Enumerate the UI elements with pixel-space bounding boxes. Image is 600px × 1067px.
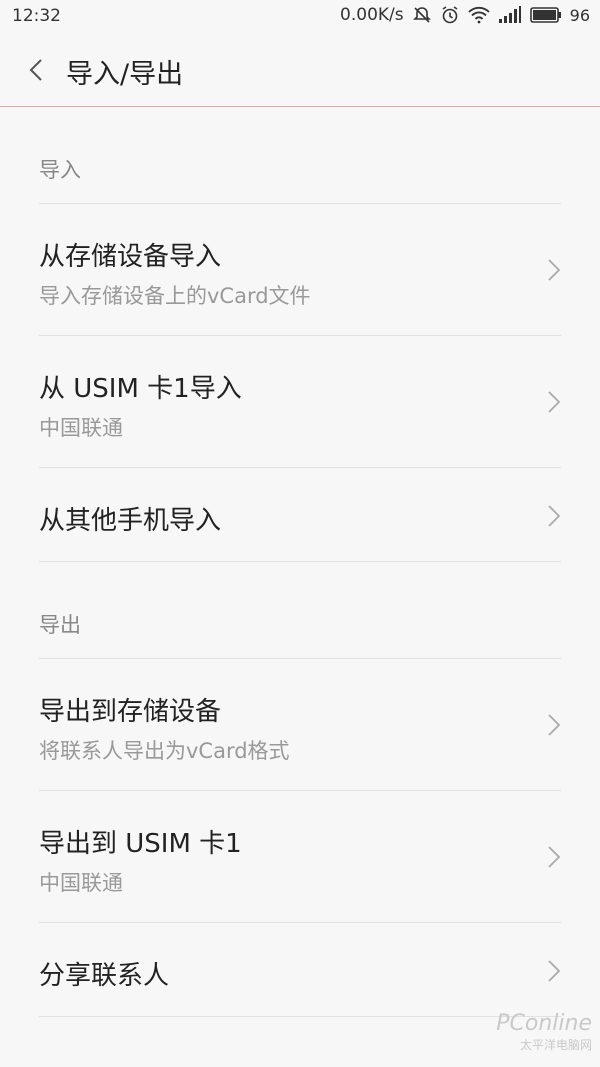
section-label: 导出 <box>39 613 81 637</box>
section-header-export: 导出 <box>39 562 561 659</box>
status-bar: 12:32 0.00K/s 96 <box>0 0 600 34</box>
item-title: 导出到 USIM 卡1 <box>39 829 242 859</box>
item-subtitle: 将联系人导出为vCard格式 <box>39 739 290 763</box>
item-title: 从其他手机导入 <box>39 506 222 536</box>
chevron-right-icon <box>547 845 561 869</box>
chevron-right-icon <box>547 258 561 282</box>
list-item-import-from-usim[interactable]: 从 USIM 卡1导入 中国联通 <box>39 336 561 468</box>
wifi-icon <box>467 6 490 24</box>
muted-notification-icon <box>412 5 432 25</box>
section-label: 导入 <box>39 158 81 182</box>
list-item-import-from-storage[interactable]: 从存储设备导入 导入存储设备上的vCard文件 <box>39 204 561 336</box>
page-title: 导入/导出 <box>66 59 184 90</box>
chevron-right-icon <box>547 390 561 414</box>
battery-icon <box>529 7 562 23</box>
item-title: 从存储设备导入 <box>39 242 222 272</box>
settings-list: 导入 从存储设备导入 导入存储设备上的vCard文件 从 USIM 卡1导入 中… <box>0 107 600 1017</box>
network-speed: 0.00K/s <box>340 5 404 25</box>
status-time: 12:32 <box>12 6 61 26</box>
chevron-right-icon <box>547 959 561 983</box>
chevron-left-icon[interactable] <box>22 56 52 86</box>
list-item-export-to-usim[interactable]: 导出到 USIM 卡1 中国联通 <box>39 791 561 923</box>
list-item-import-from-other-phone[interactable]: 从其他手机导入 <box>39 468 561 562</box>
list-item-export-to-storage[interactable]: 导出到存储设备 将联系人导出为vCard格式 <box>39 659 561 791</box>
watermark-brand: PConline <box>496 1011 592 1036</box>
section-header-import: 导入 <box>39 107 561 204</box>
signal-icon <box>498 6 522 24</box>
item-title: 导出到存储设备 <box>39 697 222 727</box>
chevron-right-icon <box>547 504 561 528</box>
item-subtitle: 导入存储设备上的vCard文件 <box>39 284 311 308</box>
item-title: 分享联系人 <box>39 961 170 991</box>
list-item-share-contacts[interactable]: 分享联系人 <box>39 923 561 1017</box>
chevron-right-icon <box>547 713 561 737</box>
item-subtitle: 中国联通 <box>39 416 123 440</box>
title-bar: 导入/导出 <box>0 34 600 107</box>
item-subtitle: 中国联通 <box>39 871 123 895</box>
watermark-logo: PConline 太平洋电脑网 <box>496 1011 592 1053</box>
battery-level: 96 <box>569 5 590 25</box>
status-right-group: 0.00K/s 96 <box>340 5 590 25</box>
item-title: 从 USIM 卡1导入 <box>39 374 242 404</box>
alarm-icon <box>440 5 460 25</box>
watermark-sub: 太平洋电脑网 <box>519 1038 592 1052</box>
